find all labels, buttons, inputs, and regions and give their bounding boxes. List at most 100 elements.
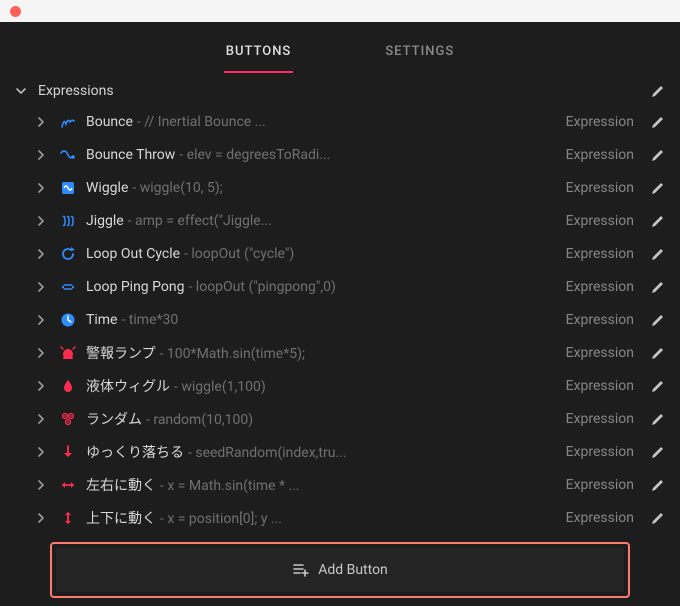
pencil-icon[interactable] [650, 444, 666, 460]
item-type-label: Expression [566, 114, 634, 130]
item-desc: - wiggle(10, 5); [132, 180, 222, 196]
item-desc: - x = position[0]; y ... [160, 511, 282, 527]
item-type-label: Expression [566, 345, 634, 361]
bouncethrow-icon [60, 147, 76, 163]
chevron-right-icon [34, 511, 48, 525]
item-type-label: Expression [566, 213, 634, 229]
pencil-icon[interactable] [650, 246, 666, 262]
loopcycle-icon [60, 246, 76, 262]
list-item[interactable]: ランダム - random(10,100) Expression [0, 402, 680, 435]
item-name: Bounce [86, 114, 133, 130]
add-button-label: Add Button [318, 562, 388, 578]
section-title: Expressions [38, 83, 640, 99]
chevron-right-icon [34, 181, 48, 195]
item-name: Loop Out Cycle [86, 246, 180, 262]
item-desc: - amp = effect("Jiggle... [128, 213, 272, 229]
add-button[interactable]: Add Button [56, 548, 624, 592]
item-type-label: Expression [566, 147, 634, 163]
item-desc: - x = Math.sin(time * ... [160, 478, 300, 494]
close-window-dot[interactable] [10, 6, 21, 17]
chevron-right-icon [34, 379, 48, 393]
item-name: ゆっくり落ちる [86, 442, 184, 462]
item-desc: - time*30 [121, 312, 178, 328]
alarm-icon [60, 345, 76, 361]
pencil-icon[interactable] [650, 345, 666, 361]
list-item[interactable]: Jiggle - amp = effect("Jiggle... Expressi… [0, 204, 680, 237]
pencil-icon[interactable] [650, 312, 666, 328]
item-name: 液体ウィグル [86, 376, 170, 396]
jiggle-icon [60, 213, 76, 229]
item-desc: - loopOut ("pingpong",0) [188, 279, 335, 295]
list-item[interactable]: Loop Out Cycle - loopOut ("cycle") Expres… [0, 237, 680, 270]
pencil-icon[interactable] [650, 147, 666, 163]
wiggle-icon [60, 180, 76, 196]
pencil-icon[interactable] [650, 83, 666, 99]
pencil-icon[interactable] [650, 411, 666, 427]
pencil-icon[interactable] [650, 378, 666, 394]
pencil-icon[interactable] [650, 114, 666, 130]
tab-buttons[interactable]: BUTTONS [224, 34, 294, 73]
item-desc: - random(10,100) [146, 412, 253, 428]
item-type-label: Expression [566, 180, 634, 196]
item-desc: - loopOut ("cycle") [184, 246, 294, 262]
pencil-icon[interactable] [650, 279, 666, 295]
vert-icon [60, 510, 76, 526]
chevron-right-icon [34, 313, 48, 327]
item-type-label: Expression [566, 510, 634, 526]
tab-settings[interactable]: SETTINGS [383, 34, 456, 73]
list-item[interactable]: 上下に動く - x = position[0]; y ... Expression [0, 501, 680, 534]
pencil-icon[interactable] [650, 477, 666, 493]
tab-bar: BUTTONS SETTINGS [0, 22, 680, 73]
list-item[interactable]: 警報ランプ - 100*Math.sin(time*5); Expression [0, 336, 680, 369]
chevron-right-icon [34, 115, 48, 129]
list-item[interactable]: 液体ウィグル - wiggle(1,100) Expression [0, 369, 680, 402]
item-name: Time [86, 312, 117, 328]
chevron-right-icon [34, 280, 48, 294]
bounce-icon [60, 114, 76, 130]
chevron-right-icon [34, 478, 48, 492]
item-desc: - 100*Math.sin(time*5); [160, 346, 305, 362]
section-header[interactable]: Expressions [0, 73, 680, 105]
item-desc: - wiggle(1,100) [174, 379, 266, 395]
item-type-label: Expression [566, 411, 634, 427]
item-type-label: Expression [566, 246, 634, 262]
item-type-label: Expression [566, 312, 634, 328]
list-item[interactable]: ゆっくり落ちる - seedRandom(index,tru... Express… [0, 435, 680, 468]
item-name: Jiggle [86, 213, 124, 229]
item-type-label: Expression [566, 279, 634, 295]
item-name: Wiggle [86, 180, 128, 196]
pencil-icon[interactable] [650, 213, 666, 229]
list-item[interactable]: Time - time*30 Expression [0, 303, 680, 336]
item-type-label: Expression [566, 378, 634, 394]
item-name: Loop Ping Pong [86, 279, 184, 295]
item-type-label: Expression [566, 477, 634, 493]
item-name: 左右に動く [86, 475, 156, 495]
chevron-right-icon [34, 247, 48, 261]
add-button-highlight: Add Button [50, 542, 630, 598]
fall-icon [60, 444, 76, 460]
item-name: ランダム [86, 409, 142, 429]
chevron-right-icon [34, 214, 48, 228]
list-item[interactable]: Bounce - // Inertial Bounce ... Expressio… [0, 105, 680, 138]
item-type-label: Expression [566, 444, 634, 460]
expressions-list: Bounce - // Inertial Bounce ... Expressio… [0, 105, 680, 534]
loopping-icon [60, 279, 76, 295]
item-name: 警報ランプ [86, 343, 156, 363]
pencil-icon[interactable] [650, 510, 666, 526]
list-item[interactable]: Wiggle - wiggle(10, 5); Expression [0, 171, 680, 204]
item-name: 上下に動く [86, 508, 156, 528]
list-item[interactable]: Loop Ping Pong - loopOut ("pingpong",0) E… [0, 270, 680, 303]
list-item[interactable]: 左右に動く - x = Math.sin(time * ... Expressio… [0, 468, 680, 501]
chevron-down-icon [14, 84, 28, 98]
pencil-icon[interactable] [650, 180, 666, 196]
chevron-right-icon [34, 412, 48, 426]
item-desc: - // Inertial Bounce ... [137, 114, 266, 130]
list-item[interactable]: Bounce Throw - elev = degreesToRadi...Ex… [0, 138, 680, 171]
chevron-right-icon [34, 346, 48, 360]
horiz-icon [60, 477, 76, 493]
item-desc: - elev = degreesToRadi... [179, 147, 330, 163]
chevron-right-icon [34, 148, 48, 162]
playlist-add-icon [292, 561, 310, 579]
random-icon [60, 411, 76, 427]
item-desc: - seedRandom(index,tru... [188, 445, 347, 461]
